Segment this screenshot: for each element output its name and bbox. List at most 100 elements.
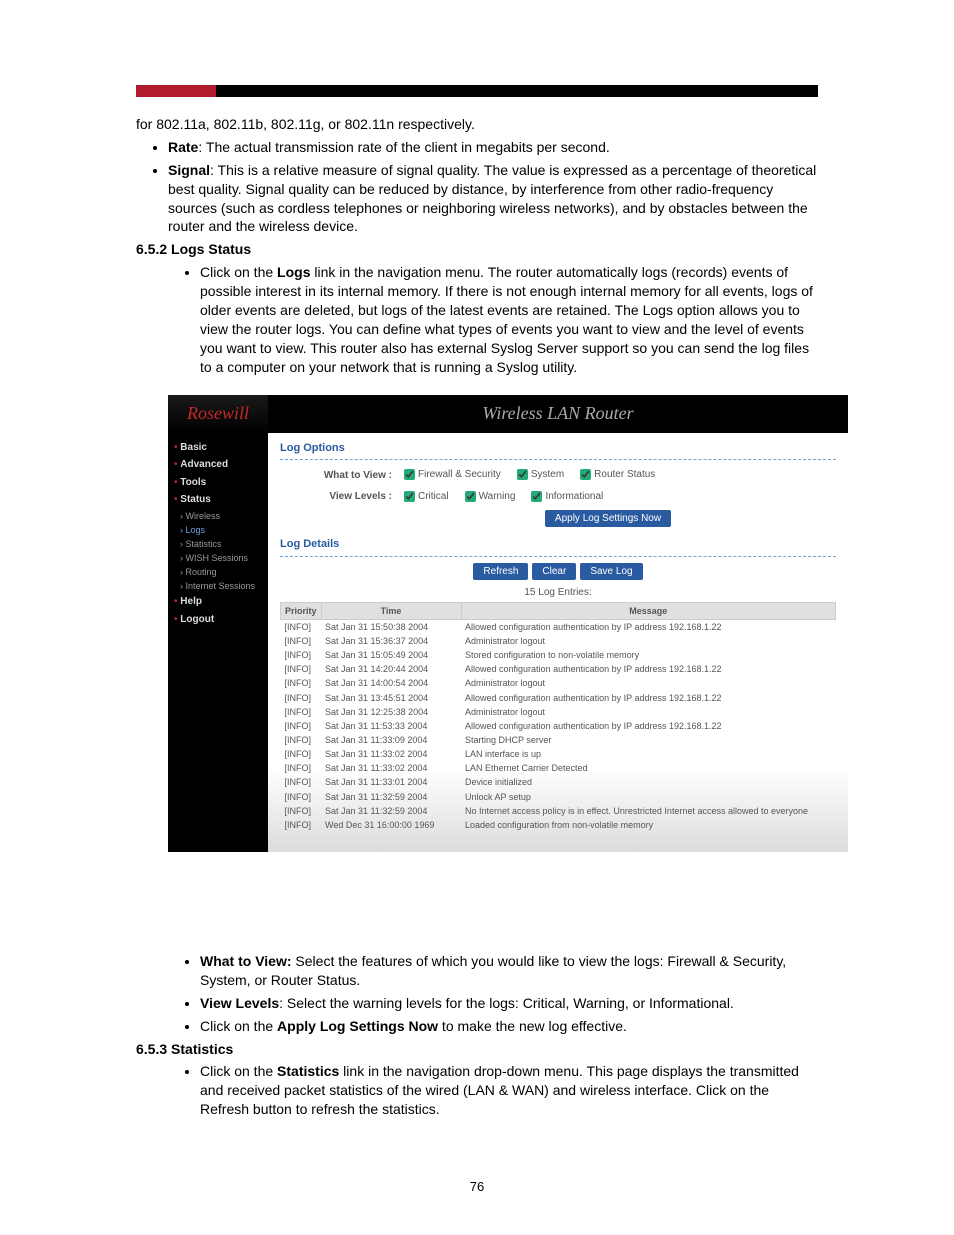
logo: Rosewill <box>168 395 268 433</box>
table-row: [INFO]Sat Jan 31 13:45:51 2004Allowed co… <box>281 691 836 705</box>
log-time: Sat Jan 31 15:05:49 2004 <box>321 648 461 662</box>
log-time: Sat Jan 31 15:50:38 2004 <box>321 619 461 634</box>
table-row: [INFO]Wed Dec 31 16:00:00 1969Loaded con… <box>281 818 836 832</box>
log-column-header: Priority <box>281 602 322 619</box>
save-log-button[interactable]: Save Log <box>580 563 642 580</box>
nav-sub-wish-sessions[interactable]: › WISH Sessions <box>174 551 268 565</box>
what-to-view-option-system[interactable]: System <box>513 466 564 483</box>
log-message: Allowed configuration authentication by … <box>461 691 835 705</box>
nav-item-help[interactable]: Help <box>174 593 268 611</box>
table-row: [INFO]Sat Jan 31 15:05:49 2004Stored con… <box>281 648 836 662</box>
log-time: Sat Jan 31 14:00:54 2004 <box>321 676 461 690</box>
log-priority: [INFO] <box>281 818 322 832</box>
what-to-view-option-checkbox[interactable] <box>404 469 415 480</box>
header-bar <box>136 85 818 97</box>
nav-sub-logs[interactable]: › Logs <box>174 523 268 537</box>
table-row: [INFO]Sat Jan 31 11:32:59 2004No Interne… <box>281 804 836 818</box>
table-row: [INFO]Sat Jan 31 15:50:38 2004Allowed co… <box>281 619 836 634</box>
what-to-view-option-router-status[interactable]: Router Status <box>576 466 655 483</box>
nav-item-basic[interactable]: Basic <box>174 439 268 457</box>
log-options-heading: Log Options <box>280 441 836 461</box>
log-count-text: 15 Log Entries: <box>280 586 836 600</box>
log-message: Stored configuration to non-volatile mem… <box>461 648 835 662</box>
statistics-bullet: Click on the Statistics link in the navi… <box>200 1062 818 1119</box>
log-time: Sat Jan 31 11:32:59 2004 <box>321 790 461 804</box>
table-row: [INFO]Sat Jan 31 15:36:37 2004Administra… <box>281 634 836 648</box>
nav-item-tools[interactable]: Tools <box>174 474 268 492</box>
apply-log-settings-button[interactable]: Apply Log Settings Now <box>545 510 671 527</box>
refresh-button[interactable]: Refresh <box>473 563 528 580</box>
nav-sub-routing[interactable]: › Routing <box>174 565 268 579</box>
table-row: [INFO]Sat Jan 31 11:53:33 2004Allowed co… <box>281 719 836 733</box>
view-levels-doc-bullet: View Levels: Select the warning levels f… <box>200 994 818 1013</box>
log-priority: [INFO] <box>281 634 322 648</box>
what-to-view-option-checkbox[interactable] <box>517 469 528 480</box>
view-level-option-checkbox[interactable] <box>404 491 415 502</box>
rate-bullet: Rate: The actual transmission rate of th… <box>168 138 818 157</box>
log-time: Sat Jan 31 14:20:44 2004 <box>321 662 461 676</box>
log-details-heading: Log Details <box>280 537 836 557</box>
signal-label: Signal <box>168 162 210 178</box>
table-row: [INFO]Sat Jan 31 11:32:59 2004Unlock AP … <box>281 790 836 804</box>
log-priority: [INFO] <box>281 790 322 804</box>
log-time: Sat Jan 31 11:32:59 2004 <box>321 804 461 818</box>
what-to-view-option-checkbox[interactable] <box>580 469 591 480</box>
log-priority: [INFO] <box>281 761 322 775</box>
rate-text: : The actual transmission rate of the cl… <box>198 139 609 155</box>
view-level-option-checkbox[interactable] <box>531 491 542 502</box>
what-to-view-option-firewall-security[interactable]: Firewall & Security <box>400 466 501 483</box>
log-time: Wed Dec 31 16:00:00 1969 <box>321 818 461 832</box>
table-row: [INFO]Sat Jan 31 14:00:54 2004Administra… <box>281 676 836 690</box>
log-time: Sat Jan 31 15:36:37 2004 <box>321 634 461 648</box>
log-message: Administrator logout <box>461 705 835 719</box>
header-black-segment <box>216 85 818 97</box>
section-652-title: 6.5.2 Logs Status <box>136 240 818 259</box>
view-level-option-critical[interactable]: Critical <box>400 488 449 505</box>
log-message: Allowed configuration authentication by … <box>461 719 835 733</box>
log-message: Allowed configuration authentication by … <box>461 619 835 634</box>
signal-bullet: Signal: This is a relative measure of si… <box>168 161 818 237</box>
log-time: Sat Jan 31 13:45:51 2004 <box>321 691 461 705</box>
signal-text: : This is a relative measure of signal q… <box>168 162 816 235</box>
log-message: Starting DHCP server <box>461 733 835 747</box>
log-column-header: Time <box>321 602 461 619</box>
log-column-header: Message <box>461 602 835 619</box>
clear-button[interactable]: Clear <box>532 563 576 580</box>
what-to-view-doc-bullet: What to View: Select the features of whi… <box>200 952 818 990</box>
router-ui-screenshot: Rosewill Wireless LAN Router BasicAdvanc… <box>168 395 848 852</box>
continuation-text: for 802.11a, 802.11b, 802.11g, or 802.11… <box>136 115 818 134</box>
log-message: Loaded configuration from non-volatile m… <box>461 818 835 832</box>
log-priority: [INFO] <box>281 719 322 733</box>
log-priority: [INFO] <box>281 619 322 634</box>
rate-label: Rate <box>168 139 198 155</box>
log-message: No Internet access policy is in effect. … <box>461 804 835 818</box>
log-message: LAN Ethernet Carrier Detected <box>461 761 835 775</box>
nav-sub-internet-sessions[interactable]: › Internet Sessions <box>174 579 268 593</box>
nav-sub-wireless[interactable]: › Wireless <box>174 509 268 523</box>
log-priority: [INFO] <box>281 775 322 789</box>
header-red-segment <box>136 85 216 97</box>
log-time: Sat Jan 31 12:25:38 2004 <box>321 705 461 719</box>
log-message: Administrator logout <box>461 634 835 648</box>
log-priority: [INFO] <box>281 804 322 818</box>
what-to-view-label: What to View : <box>320 469 400 483</box>
log-time: Sat Jan 31 11:33:01 2004 <box>321 775 461 789</box>
nav-item-status[interactable]: Status <box>174 491 268 509</box>
table-row: [INFO]Sat Jan 31 11:33:01 2004Device ini… <box>281 775 836 789</box>
view-level-option-warning[interactable]: Warning <box>461 488 516 505</box>
view-level-option-checkbox[interactable] <box>465 491 476 502</box>
log-time: Sat Jan 31 11:53:33 2004 <box>321 719 461 733</box>
log-priority: [INFO] <box>281 691 322 705</box>
log-time: Sat Jan 31 11:33:02 2004 <box>321 761 461 775</box>
table-row: [INFO]Sat Jan 31 11:33:02 2004LAN Ethern… <box>281 761 836 775</box>
nav-sub-statistics[interactable]: › Statistics <box>174 537 268 551</box>
log-priority: [INFO] <box>281 705 322 719</box>
log-message: Allowed configuration authentication by … <box>461 662 835 676</box>
view-level-option-informational[interactable]: Informational <box>527 488 603 505</box>
nav-item-advanced[interactable]: Advanced <box>174 456 268 474</box>
nav-item-logout[interactable]: Logout <box>174 611 268 629</box>
ui-title: Wireless LAN Router <box>268 401 848 425</box>
apply-doc-bullet: Click on the Apply Log Settings Now to m… <box>200 1017 818 1036</box>
log-time: Sat Jan 31 11:33:02 2004 <box>321 747 461 761</box>
log-priority: [INFO] <box>281 676 322 690</box>
